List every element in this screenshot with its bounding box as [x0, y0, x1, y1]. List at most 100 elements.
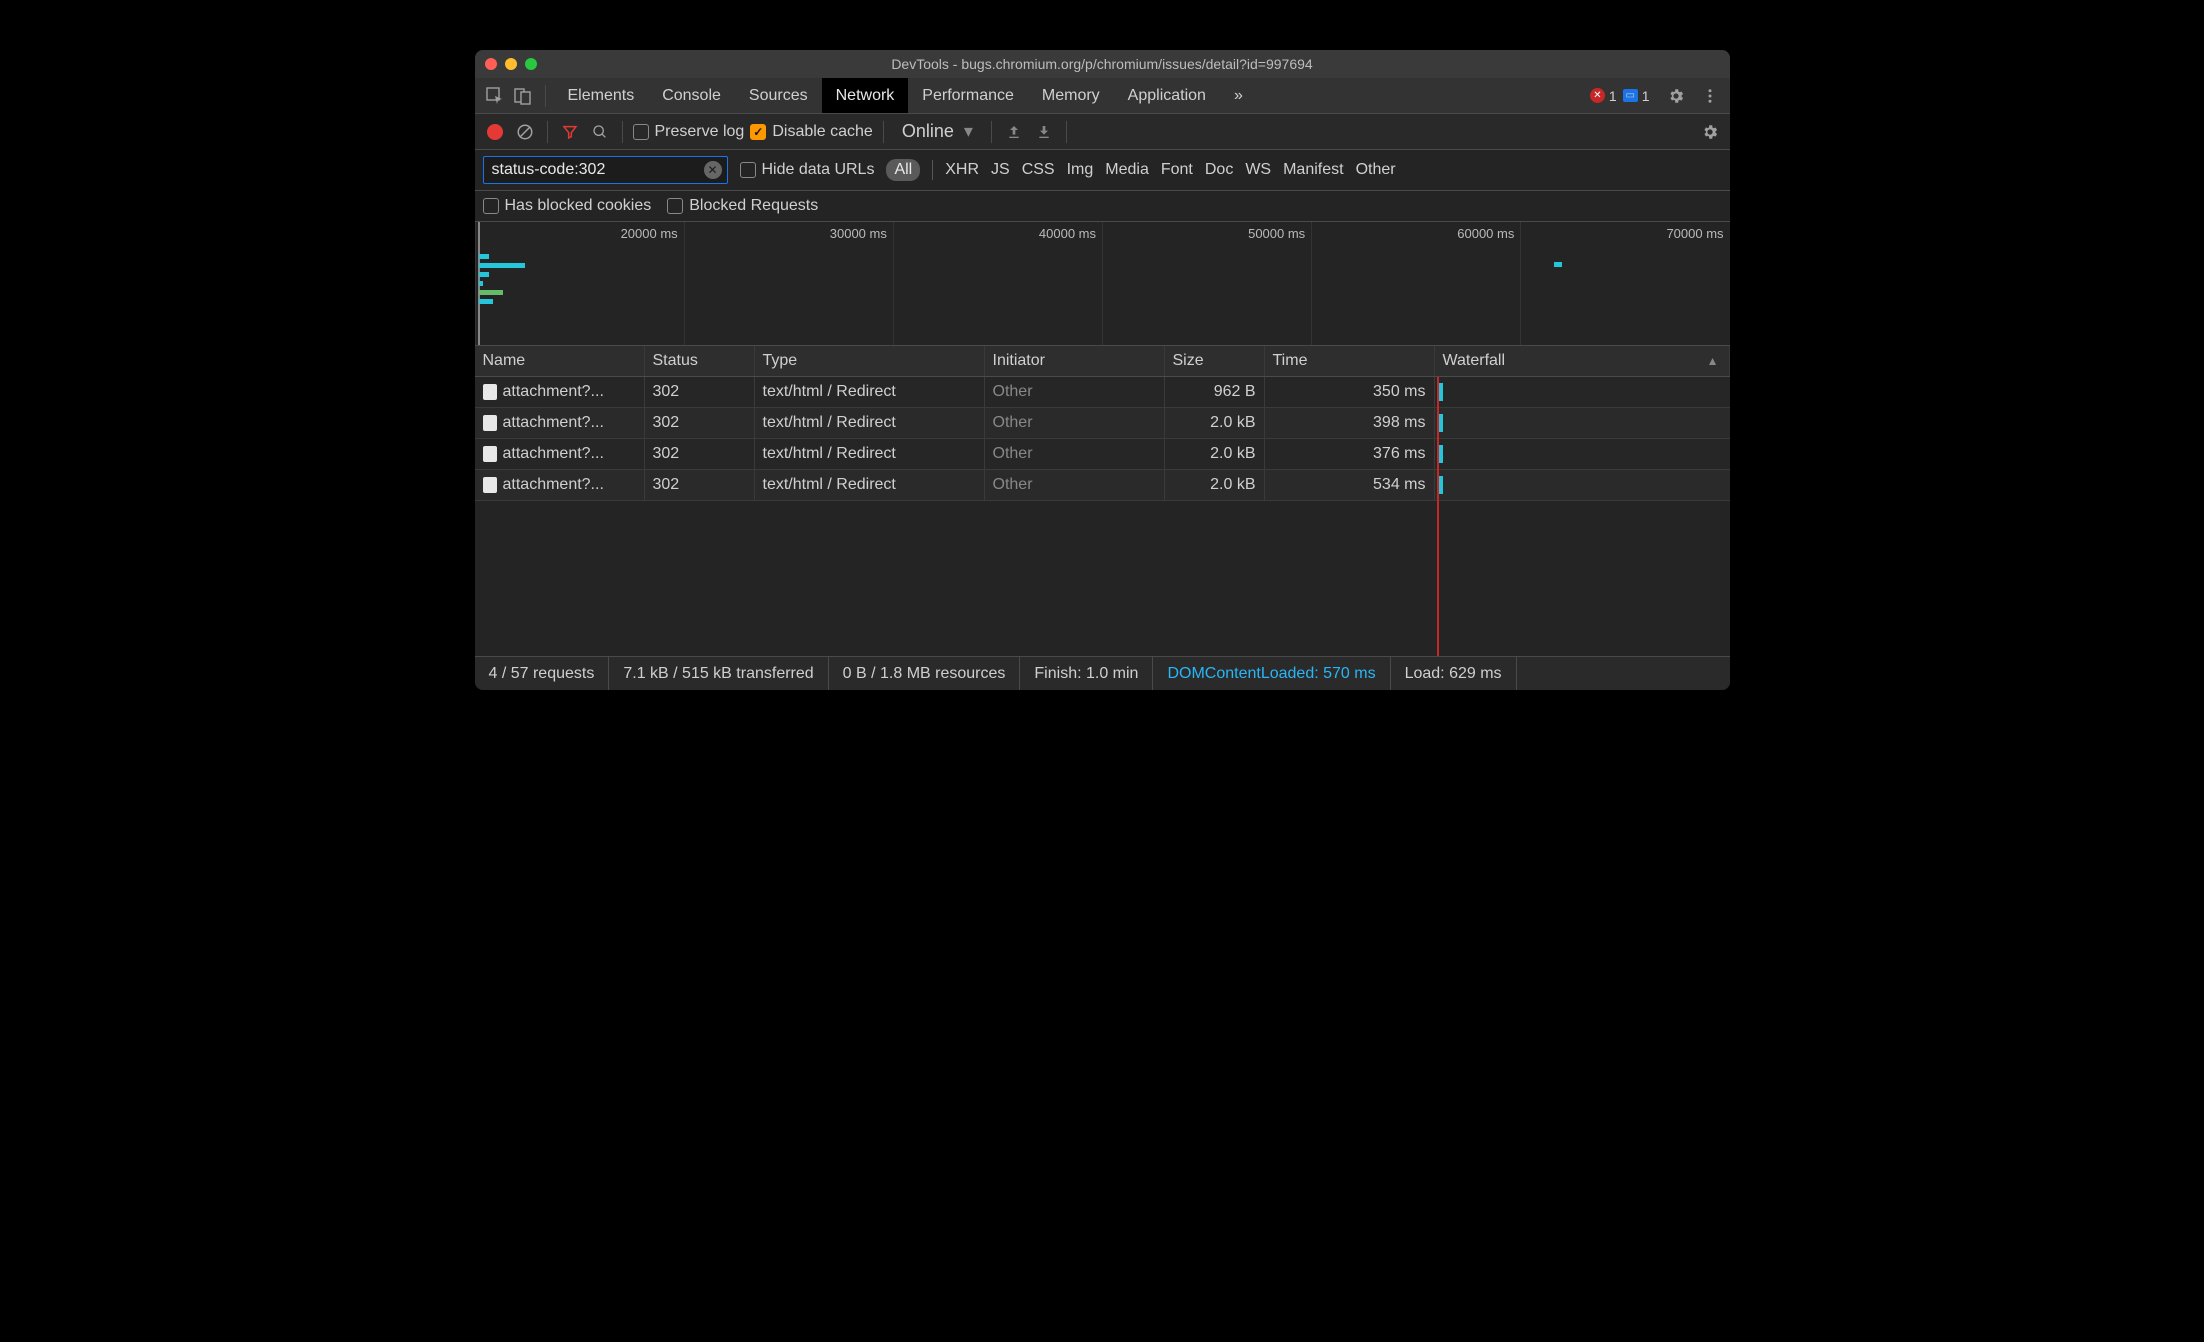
filter-input-wrap: ✕ — [483, 156, 728, 184]
file-icon — [483, 477, 497, 493]
tab-memory[interactable]: Memory — [1028, 78, 1114, 113]
record-button[interactable] — [483, 120, 507, 144]
tab-application[interactable]: Application — [1114, 78, 1220, 113]
info-badge[interactable]: ▭ 1 — [1623, 88, 1650, 104]
file-icon — [483, 446, 497, 462]
tick-label: 60000 ms — [1457, 226, 1514, 241]
filter-icon[interactable] — [558, 120, 582, 144]
tick-label: 70000 ms — [1666, 226, 1723, 241]
errors-count: 1 — [1609, 88, 1617, 104]
settings-gear-icon[interactable] — [1666, 86, 1686, 106]
type-filter-media[interactable]: Media — [1105, 161, 1149, 179]
cell-waterfall — [1435, 377, 1730, 407]
throttling-select[interactable]: Online ▾ — [894, 121, 981, 142]
error-icon: ✕ — [1590, 88, 1605, 103]
type-filter-css[interactable]: CSS — [1022, 161, 1055, 179]
disable-cache-checkbox[interactable]: Disable cache — [750, 123, 873, 141]
hide-data-urls-checkbox[interactable]: Hide data URLs — [740, 161, 875, 179]
file-icon — [483, 415, 497, 431]
device-toolbar-icon[interactable] — [513, 86, 533, 106]
cell-type: text/html / Redirect — [755, 377, 985, 407]
maximize-window-button[interactable] — [525, 58, 537, 70]
tab-sources[interactable]: Sources — [735, 78, 822, 113]
search-icon[interactable] — [588, 120, 612, 144]
status-load: Load: 629 ms — [1391, 657, 1517, 690]
cell-time: 376 ms — [1265, 439, 1435, 469]
col-size[interactable]: Size — [1165, 346, 1265, 376]
titlebar: DevTools - bugs.chromium.org/p/chromium/… — [475, 50, 1730, 78]
col-name[interactable]: Name — [475, 346, 645, 376]
close-window-button[interactable] — [485, 58, 497, 70]
devtools-window: DevTools - bugs.chromium.org/p/chromium/… — [475, 50, 1730, 690]
status-finish: Finish: 1.0 min — [1020, 657, 1153, 690]
cell-waterfall — [1435, 408, 1730, 438]
col-time[interactable]: Time — [1265, 346, 1435, 376]
tick-label: 50000 ms — [1248, 226, 1305, 241]
errors-badge[interactable]: ✕ 1 — [1590, 88, 1617, 104]
table-row[interactable]: attachment?...302text/html / RedirectOth… — [475, 408, 1730, 439]
network-settings-icon[interactable] — [1698, 120, 1722, 144]
type-filter-all[interactable]: All — [886, 159, 920, 181]
status-transferred: 7.1 kB / 515 kB transferred — [609, 657, 828, 690]
status-resources: 0 B / 1.8 MB resources — [829, 657, 1021, 690]
table-header: Name Status Type Initiator Size Time Wat… — [475, 346, 1730, 377]
cell-initiator: Other — [985, 439, 1165, 469]
col-waterfall[interactable]: Waterfall▲ — [1435, 346, 1730, 376]
select-element-icon[interactable] — [485, 86, 505, 106]
type-filter-xhr[interactable]: XHR — [945, 161, 979, 179]
cell-waterfall — [1435, 470, 1730, 500]
download-har-icon[interactable] — [1032, 120, 1056, 144]
checkbox-icon — [667, 198, 683, 214]
hide-data-urls-label: Hide data URLs — [762, 161, 875, 179]
type-filter-ws[interactable]: WS — [1245, 161, 1271, 179]
file-icon — [483, 384, 497, 400]
checkbox-icon — [633, 124, 649, 140]
cell-initiator: Other — [985, 470, 1165, 500]
cell-size: 2.0 kB — [1165, 408, 1265, 438]
tab-network[interactable]: Network — [822, 78, 909, 113]
clear-filter-icon[interactable]: ✕ — [704, 161, 722, 179]
col-status[interactable]: Status — [645, 346, 755, 376]
window-title: DevTools - bugs.chromium.org/p/chromium/… — [475, 56, 1730, 72]
minimize-window-button[interactable] — [505, 58, 517, 70]
table-row[interactable]: attachment?...302text/html / RedirectOth… — [475, 377, 1730, 408]
overview-bars — [479, 254, 525, 304]
tab-performance[interactable]: Performance — [908, 78, 1028, 113]
upload-har-icon[interactable] — [1002, 120, 1026, 144]
type-filter-doc[interactable]: Doc — [1205, 161, 1233, 179]
checkbox-icon — [740, 162, 756, 178]
tabs-overflow[interactable]: » — [1220, 78, 1257, 113]
clear-button[interactable] — [513, 120, 537, 144]
type-filter-manifest[interactable]: Manifest — [1283, 161, 1343, 179]
preserve-log-checkbox[interactable]: Preserve log — [633, 123, 745, 141]
info-count: 1 — [1642, 88, 1650, 104]
more-menu-icon[interactable] — [1700, 86, 1720, 106]
tab-console[interactable]: Console — [648, 78, 735, 113]
has-blocked-cookies-checkbox[interactable]: Has blocked cookies — [483, 197, 652, 215]
checkbox-icon — [483, 198, 499, 214]
filter-bar-secondary: Has blocked cookies Blocked Requests — [475, 191, 1730, 222]
filter-input[interactable] — [483, 156, 728, 184]
type-filter-font[interactable]: Font — [1161, 161, 1193, 179]
cell-status: 302 — [645, 377, 755, 407]
cell-status: 302 — [645, 470, 755, 500]
col-initiator[interactable]: Initiator — [985, 346, 1165, 376]
blocked-requests-checkbox[interactable]: Blocked Requests — [667, 197, 818, 215]
table-row[interactable]: attachment?...302text/html / RedirectOth… — [475, 470, 1730, 501]
type-filter-other[interactable]: Other — [1356, 161, 1396, 179]
type-filters: All XHR JS CSS Img Media Font Doc WS Man… — [886, 159, 1395, 181]
preserve-log-label: Preserve log — [655, 123, 745, 141]
tab-elements[interactable]: Elements — [554, 78, 649, 113]
overview-timeline[interactable]: 10000 ms 20000 ms 30000 ms 40000 ms 5000… — [475, 222, 1730, 346]
cell-name: attachment?... — [475, 408, 645, 438]
traffic-lights — [485, 58, 537, 70]
type-filter-img[interactable]: Img — [1067, 161, 1094, 179]
table-row[interactable]: attachment?...302text/html / RedirectOth… — [475, 439, 1730, 470]
col-type[interactable]: Type — [755, 346, 985, 376]
cell-waterfall — [1435, 439, 1730, 469]
network-toolbar: Preserve log Disable cache Online ▾ — [475, 114, 1730, 150]
type-filter-js[interactable]: JS — [991, 161, 1010, 179]
status-domcontentloaded: DOMContentLoaded: 570 ms — [1153, 657, 1390, 690]
overview-mark — [1554, 262, 1562, 267]
tick-label: 20000 ms — [621, 226, 678, 241]
